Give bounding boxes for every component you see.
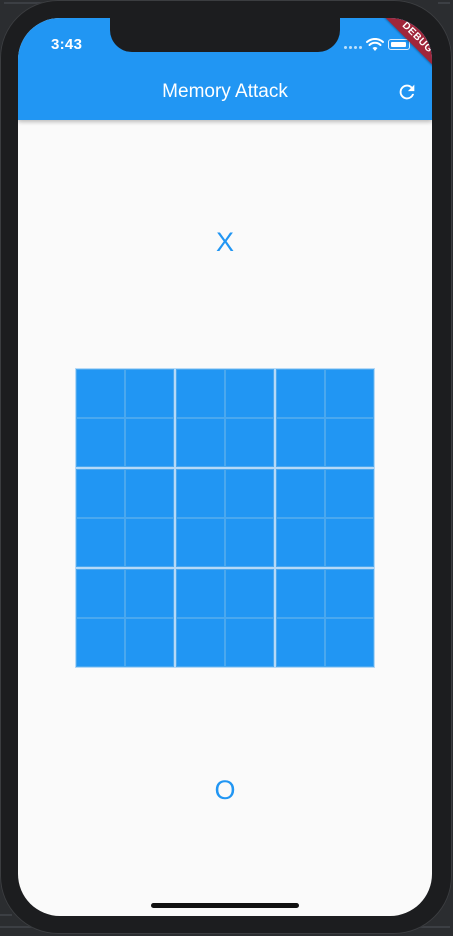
board-block <box>75 368 175 468</box>
board-cell[interactable] <box>325 518 374 567</box>
board-block <box>75 468 175 568</box>
refresh-icon[interactable] <box>396 81 418 103</box>
board-cell[interactable] <box>325 469 374 518</box>
board-block <box>75 568 175 668</box>
cellular-signal-icon <box>344 46 362 49</box>
phone-frame: 3:43 Memory Attack DEBUG X O <box>0 0 452 934</box>
board-cell[interactable] <box>176 469 225 518</box>
board-cell[interactable] <box>176 418 225 467</box>
board-cell[interactable] <box>276 418 325 467</box>
app-bar: 3:43 Memory Attack <box>18 18 432 120</box>
board-cell[interactable] <box>225 569 274 618</box>
board-cell[interactable] <box>225 469 274 518</box>
app-title: Memory Attack <box>162 81 288 102</box>
board-cell[interactable] <box>125 569 174 618</box>
board-cell[interactable] <box>125 469 174 518</box>
board-cell[interactable] <box>176 569 225 618</box>
background-editor-line <box>0 914 12 916</box>
board-cell[interactable] <box>76 518 125 567</box>
board-cell[interactable] <box>276 469 325 518</box>
board-block <box>275 368 375 468</box>
board-block <box>175 468 275 568</box>
board-cell[interactable] <box>225 618 274 667</box>
board-cell[interactable] <box>276 518 325 567</box>
board-cell[interactable] <box>225 518 274 567</box>
board-cell[interactable] <box>325 369 374 418</box>
board-cell[interactable] <box>76 469 125 518</box>
board-block <box>175 368 275 468</box>
board-block <box>175 568 275 668</box>
board-cell[interactable] <box>125 518 174 567</box>
player-x-label: X <box>215 227 234 257</box>
board-cell[interactable] <box>276 369 325 418</box>
board-cell[interactable] <box>325 569 374 618</box>
desktop-background: 3:43 Memory Attack DEBUG X O <box>0 0 453 936</box>
board-cell[interactable] <box>176 518 225 567</box>
board-cell[interactable] <box>76 418 125 467</box>
board-cell[interactable] <box>125 418 174 467</box>
battery-icon <box>388 39 410 50</box>
board-cell[interactable] <box>76 618 125 667</box>
board-cell[interactable] <box>125 369 174 418</box>
board-block <box>275 468 375 568</box>
player-o-label: O <box>214 775 236 805</box>
status-time: 3:43 <box>51 36 83 53</box>
board-cell[interactable] <box>76 369 125 418</box>
board-block <box>275 568 375 668</box>
board-cell[interactable] <box>125 618 174 667</box>
board-cell[interactable] <box>225 369 274 418</box>
home-indicator[interactable] <box>151 903 299 908</box>
board-cell[interactable] <box>225 418 274 467</box>
board-cell[interactable] <box>325 418 374 467</box>
phone-screen: 3:43 Memory Attack DEBUG X O <box>18 18 432 916</box>
wifi-icon <box>366 38 384 51</box>
board-cell[interactable] <box>276 618 325 667</box>
board-cell[interactable] <box>76 569 125 618</box>
board-cell[interactable] <box>176 369 225 418</box>
device-notch <box>110 18 340 52</box>
board-cell[interactable] <box>176 618 225 667</box>
board-cell[interactable] <box>276 569 325 618</box>
background-editor-line <box>438 2 450 4</box>
game-board <box>75 368 375 668</box>
board-cell[interactable] <box>325 618 374 667</box>
